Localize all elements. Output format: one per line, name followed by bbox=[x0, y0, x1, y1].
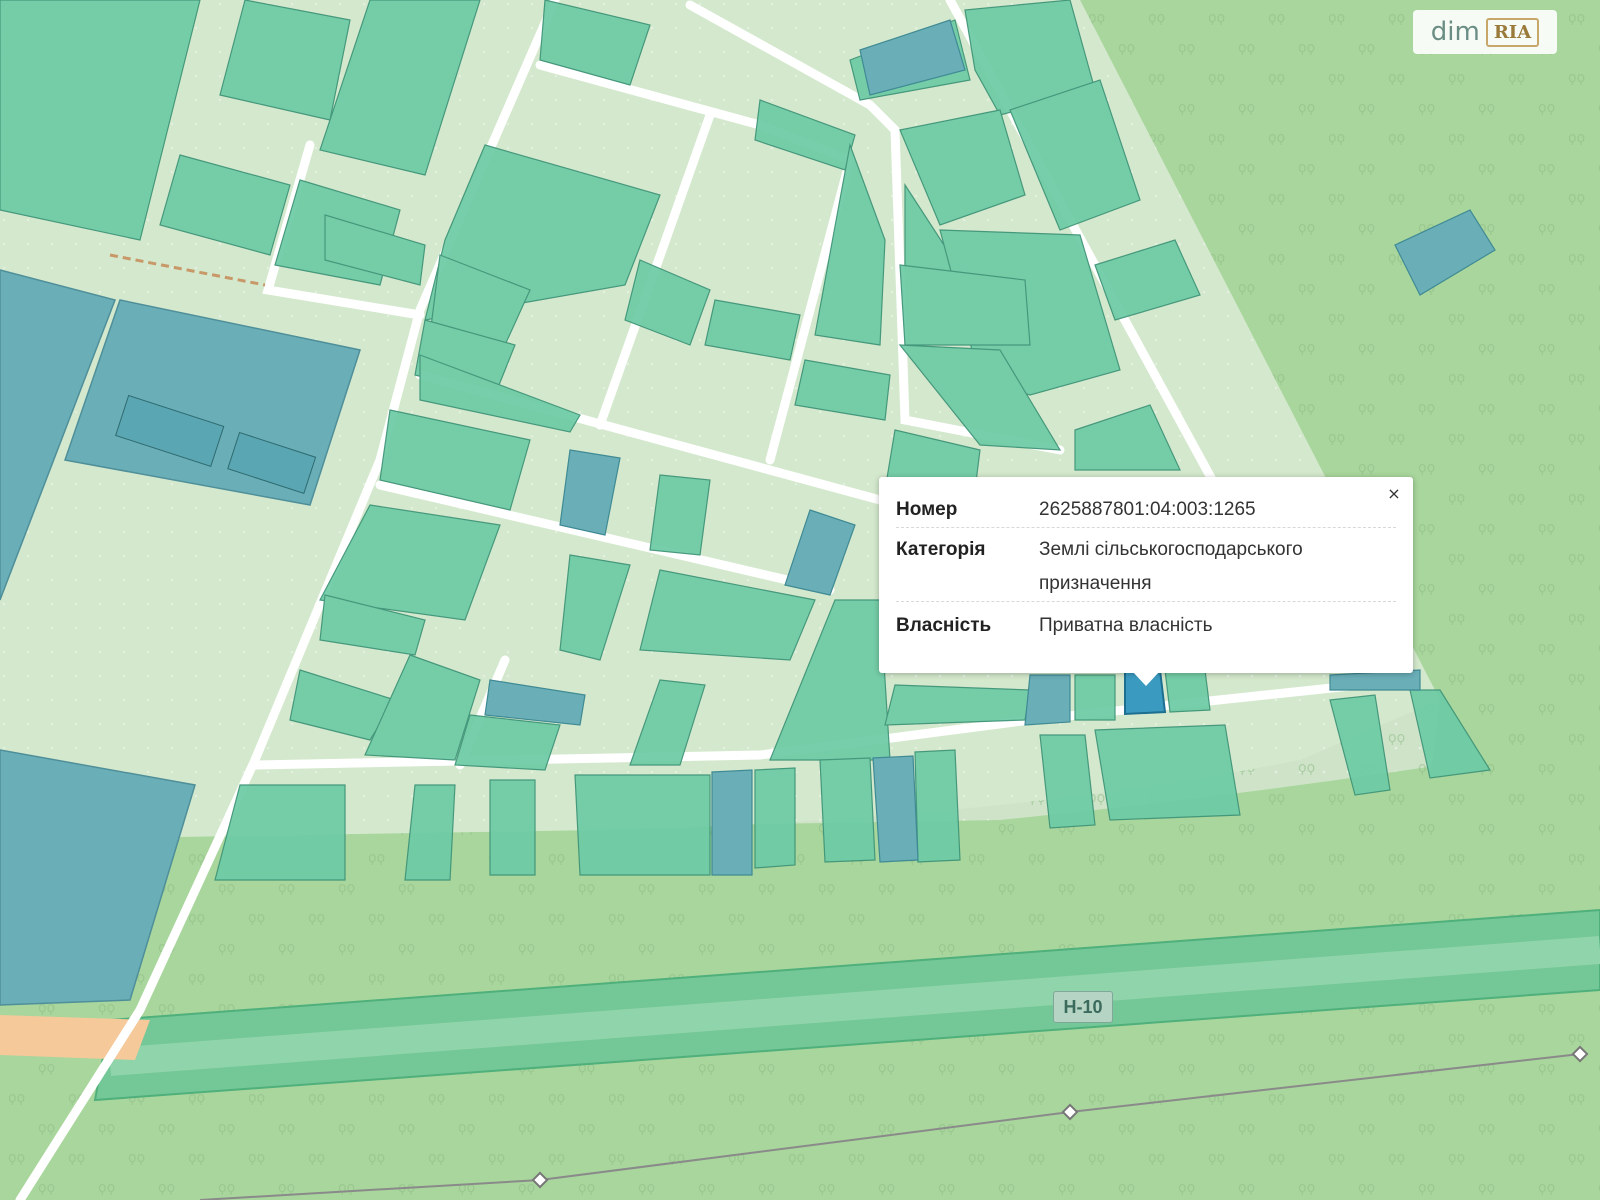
popup-value-number: 2625887801:04:003:1265 bbox=[1039, 499, 1256, 520]
parcel-info-popup: × Номер 2625887801:04:003:1265 Категорія… bbox=[879, 477, 1413, 673]
popup-row-number: Номер 2625887801:04:003:1265 bbox=[896, 493, 1396, 528]
popup-label-ownership: Власність bbox=[896, 615, 992, 636]
logo-dim-text: dim bbox=[1430, 17, 1480, 47]
popup-row-category: Категорія Землі сільськогосподарського п… bbox=[896, 533, 1396, 602]
popup-pointer bbox=[1133, 672, 1159, 686]
dim-ria-logo: dim RIA bbox=[1413, 10, 1557, 54]
popup-value-category: Землі сільськогосподарського призначення bbox=[1039, 539, 1303, 594]
popup-row-ownership: Власність Приватна власність bbox=[896, 609, 1396, 643]
road-label-h10: Н-10 bbox=[1053, 991, 1113, 1023]
popup-label-number: Номер bbox=[896, 499, 958, 520]
popup-value-ownership: Приватна власність bbox=[1039, 615, 1213, 636]
logo-ria-badge: RIA bbox=[1485, 17, 1540, 47]
popup-label-category: Категорія bbox=[896, 539, 986, 560]
